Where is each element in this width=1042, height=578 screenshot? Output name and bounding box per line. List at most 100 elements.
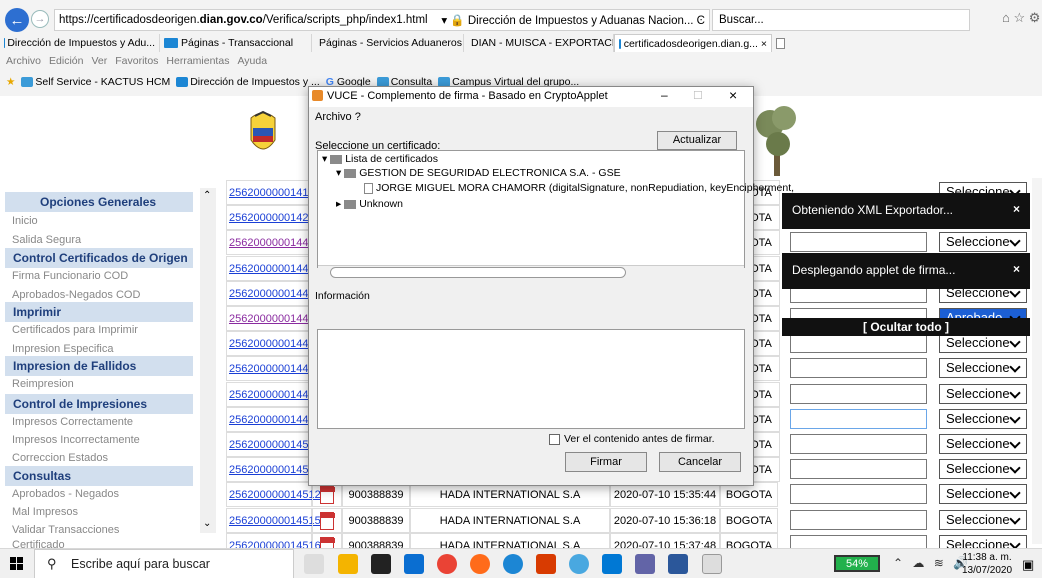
- observation-input[interactable]: [790, 333, 927, 353]
- certificate-link[interactable]: 256200000014512: [227, 489, 321, 501]
- status-select[interactable]: Seleccione: [939, 459, 1027, 479]
- observation-input[interactable]: [790, 232, 927, 252]
- new-tab-button[interactable]: [772, 34, 792, 52]
- hide-all-button[interactable]: [ Ocultar todo ]: [782, 318, 1030, 336]
- status-select[interactable]: Seleccione: [939, 232, 1027, 252]
- close-icon[interactable]: ×: [729, 87, 737, 103]
- table-row-id-link[interactable]: 256200000014490: [226, 382, 321, 407]
- table-row-id-link[interactable]: 256200000014485: [226, 281, 321, 306]
- tree-root[interactable]: ▾ Lista de certificados: [322, 153, 438, 165]
- sidebar-scrollbar[interactable]: ⌃ ⌄: [200, 188, 216, 533]
- toast-close-icon[interactable]: ×: [1013, 262, 1020, 276]
- tab-dian-home[interactable]: Dirección de Impuestos y Adu...: [0, 34, 160, 52]
- table-row-id-link[interactable]: 256200000014500: [226, 432, 321, 457]
- view-content-checkbox[interactable]: Ver el contenido antes de firmar.: [549, 433, 715, 445]
- observation-input[interactable]: [790, 484, 927, 504]
- status-select[interactable]: Seleccione: [939, 510, 1027, 530]
- status-select[interactable]: Seleccione: [939, 409, 1027, 429]
- toast-close-icon[interactable]: ×: [1013, 202, 1020, 216]
- tree-ca-node[interactable]: ▾ GESTION DE SEGURIDAD ELECTRONICA S.A. …: [336, 167, 621, 179]
- info-textarea[interactable]: [317, 329, 745, 429]
- page-scrollbar[interactable]: [1032, 178, 1042, 544]
- windows-start-icon[interactable]: [10, 557, 24, 571]
- sidebar-item-firma[interactable]: Firma Funcionario COD: [12, 270, 128, 282]
- certificate-link[interactable]: 256200000014485: [227, 288, 321, 300]
- tree-unknown-node[interactable]: ▸ Unknown: [336, 198, 403, 210]
- table-row-id-link[interactable]: 256200000014515: [226, 508, 321, 533]
- mail-icon[interactable]: [404, 554, 424, 574]
- forward-button[interactable]: →: [31, 10, 49, 28]
- status-select[interactable]: Seleccione: [939, 333, 1027, 353]
- menu-archivo[interactable]: Archivo: [6, 55, 41, 67]
- notification-center-icon[interactable]: ▣: [1022, 557, 1034, 573]
- ie-icon[interactable]: [569, 554, 589, 574]
- status-select[interactable]: Seleccione: [939, 434, 1027, 454]
- sidebar-item-impresos-incorrectamente[interactable]: Impresos Incorrectamente: [12, 434, 140, 446]
- sidebar-item-certificados-imprimir[interactable]: Certificados para Imprimir: [12, 324, 138, 336]
- certificate-link[interactable]: 256200000014472: [227, 263, 321, 275]
- teams-icon[interactable]: [635, 554, 655, 574]
- table-row-id-link[interactable]: 256200000014226: [226, 205, 321, 230]
- search-input[interactable]: Buscar...: [712, 9, 970, 31]
- menu-edicion[interactable]: Edición: [49, 55, 83, 67]
- checkbox-icon[interactable]: [549, 433, 560, 445]
- observation-input[interactable]: [790, 409, 927, 429]
- table-row-id-link[interactable]: 256200000014161: [226, 180, 321, 205]
- observation-input[interactable]: [790, 459, 927, 479]
- fav-dian[interactable]: Dirección de Impuestos y ...: [176, 76, 320, 88]
- minimize-icon[interactable]: –: [661, 88, 668, 102]
- table-row-id-link[interactable]: 256200000014472: [226, 256, 321, 281]
- sign-button[interactable]: Firmar: [565, 452, 647, 472]
- sidebar-item-correccion-estados[interactable]: Correccion Estados: [12, 452, 108, 464]
- certificate-link[interactable]: 256200000014507: [227, 464, 321, 476]
- app-icon[interactable]: [602, 554, 622, 574]
- scroll-thumb[interactable]: [330, 267, 626, 278]
- tree-horizontal-scrollbar[interactable]: [318, 265, 744, 280]
- sidebar-item-inicio[interactable]: Inicio: [12, 215, 38, 227]
- sidebar-item-mal-impresos[interactable]: Mal Impresos: [12, 506, 78, 518]
- sidebar-item-aprobados-negados[interactable]: Aprobados - Negados: [12, 488, 119, 500]
- system-tray-icons[interactable]: ⌃ ☁ ≋ 🔊: [893, 556, 971, 570]
- tab-transaccional[interactable]: Páginas - Transaccional: [160, 34, 312, 52]
- sidebar-item-reimpresion[interactable]: Reimpresion: [12, 378, 74, 390]
- table-row-id-link[interactable]: 256200000014512: [226, 482, 321, 507]
- scroll-down-icon[interactable]: ⌄: [203, 518, 211, 529]
- status-select[interactable]: Seleccione: [939, 384, 1027, 404]
- chrome-icon[interactable]: [437, 554, 457, 574]
- sidebar-item-impresion-especifica[interactable]: Impresion Especifica: [12, 343, 114, 355]
- toolbar-icons[interactable]: ⌂ ☆ ⚙: [1002, 10, 1040, 26]
- tab-certificados[interactable]: certificadosdeorigen.dian.g... ×: [614, 34, 772, 52]
- menu-ayuda[interactable]: Ayuda: [237, 55, 267, 67]
- sidebar-item-impresos-correctamente[interactable]: Impresos Correctamente: [12, 416, 133, 428]
- observation-input[interactable]: [790, 384, 927, 404]
- certificate-link[interactable]: 256200000014500: [227, 439, 321, 451]
- menu-favoritos[interactable]: Favoritos: [115, 55, 158, 67]
- pdf-icon[interactable]: [312, 508, 342, 533]
- certificate-link[interactable]: 256200000014226: [227, 212, 321, 224]
- certificate-link[interactable]: 256200000014161: [227, 187, 321, 199]
- address-bar[interactable]: https://certificadosdeorigen.dian.gov.co…: [54, 9, 710, 31]
- battery-indicator[interactable]: 54%: [834, 555, 880, 572]
- menu-ver[interactable]: Ver: [91, 55, 107, 67]
- sidebar-item-validar[interactable]: Validar Transacciones: [12, 524, 119, 536]
- tree-certificate-node[interactable]: JORGE MIGUEL MORA CHAMORR (digitalSignat…: [364, 182, 794, 194]
- table-row-id-link[interactable]: 256200000014487: [226, 306, 321, 331]
- table-row-id-link[interactable]: 256200000014507: [226, 457, 321, 482]
- edge-icon[interactable]: [503, 554, 523, 574]
- back-button[interactable]: ←: [5, 8, 29, 32]
- office-icon[interactable]: [536, 554, 556, 574]
- java-app-icon[interactable]: [702, 554, 722, 574]
- store-icon[interactable]: [371, 554, 391, 574]
- menu-herramientas[interactable]: Herramientas: [166, 55, 229, 67]
- observation-input[interactable]: [790, 434, 927, 454]
- certificate-link[interactable]: 256200000014515: [227, 515, 321, 527]
- clock[interactable]: 11:38 a. m. 13/07/2020: [962, 551, 1012, 577]
- star-icon[interactable]: ★: [6, 76, 15, 88]
- certificate-link[interactable]: 256200000014487: [227, 313, 321, 325]
- table-row-id-link[interactable]: 256200000014489: [226, 356, 321, 381]
- taskbar-search[interactable]: ⚲ Escribe aquí para buscar: [34, 549, 294, 578]
- certificate-link[interactable]: 256200000014489: [227, 363, 321, 375]
- certificate-tree[interactable]: ▾ Lista de certificados ▾ GESTION DE SEG…: [317, 150, 794, 268]
- tab-muisca[interactable]: DIAN - MUISCA - EXPORTACIÓN: [464, 34, 614, 52]
- fav-kactus[interactable]: Self Service - KACTUS HCM: [21, 76, 170, 88]
